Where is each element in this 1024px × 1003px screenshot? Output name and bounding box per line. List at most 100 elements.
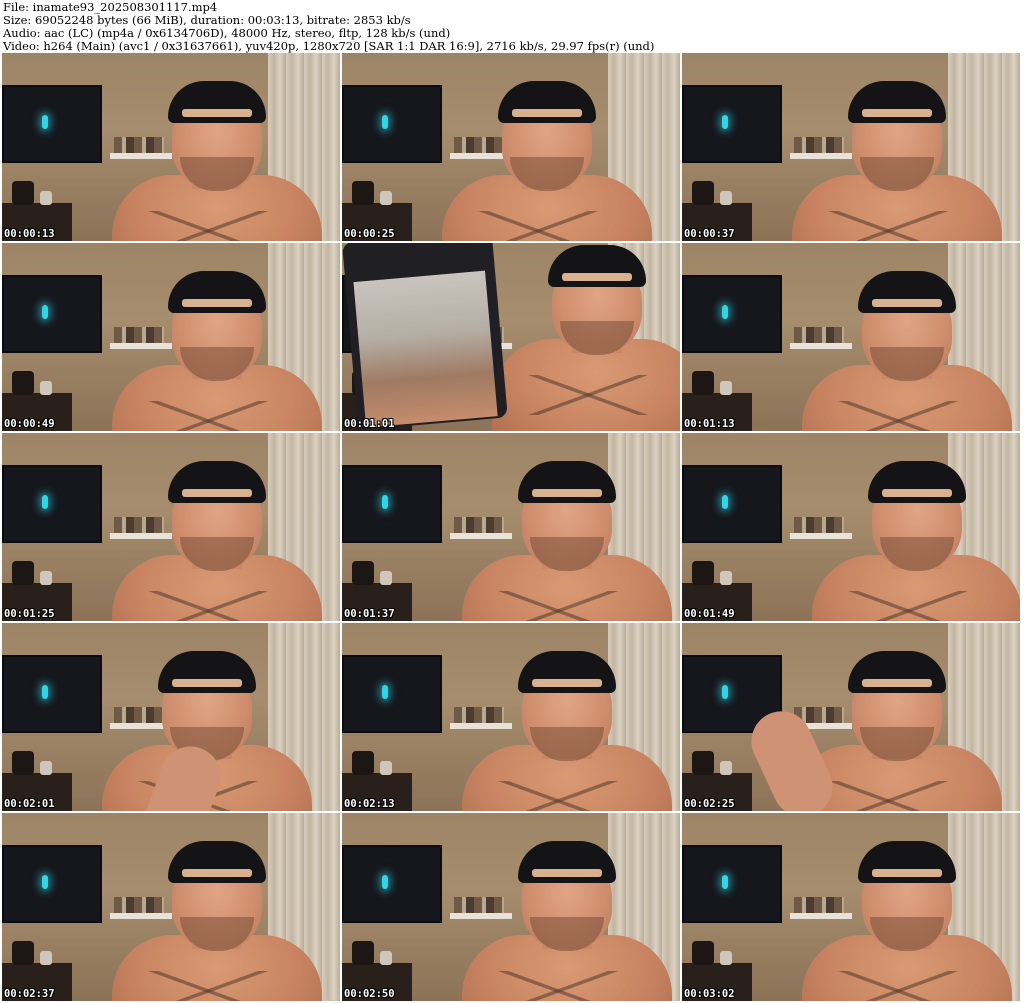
thumbnail[interactable]: 00:02:01 [2, 623, 340, 811]
thumbnail[interactable]: 00:00:49 [2, 243, 340, 431]
desk-object [720, 951, 732, 965]
person [792, 269, 1020, 431]
desk-object [40, 571, 52, 585]
thumbnail-grid: 00:00:13 00:00:25 00:00:37 00:00:49 00:01:01… [2, 53, 1022, 1003]
chest-tattoo [496, 591, 638, 621]
tv-screen [342, 85, 442, 163]
desk-object [40, 381, 52, 395]
tv-led-light [382, 685, 388, 699]
thumbnail[interactable]: 00:01:37 [342, 433, 680, 621]
person [432, 79, 662, 241]
cap-band [872, 299, 942, 307]
timestamp-label: 00:00:49 [4, 418, 55, 430]
desk-speaker [692, 561, 714, 585]
desk-speaker [692, 941, 714, 965]
tv-screen [2, 85, 102, 163]
tv-screen [682, 465, 782, 543]
timestamp-label: 00:02:01 [4, 798, 55, 810]
desk-speaker [352, 181, 374, 205]
thumbnail[interactable]: 00:03:02 [682, 813, 1020, 1001]
cap-band [182, 299, 252, 307]
person [102, 269, 332, 431]
tv-screen [342, 845, 442, 923]
timestamp-label: 00:02:37 [4, 988, 55, 1000]
person [102, 79, 332, 241]
file-info-header: File: inamate93_202508301117.mp4 Size: 6… [3, 1, 1021, 53]
desk-object [380, 761, 392, 775]
person [102, 459, 332, 621]
thumbnail[interactable]: 00:01:01 [342, 243, 680, 431]
thumbnail[interactable]: 00:01:25 [2, 433, 340, 621]
desk-object [720, 761, 732, 775]
tv-screen [342, 465, 442, 543]
tv-screen [2, 275, 102, 353]
desk-speaker [12, 181, 34, 205]
person [452, 649, 680, 811]
thumbnail[interactable]: 00:02:13 [342, 623, 680, 811]
tv-led-light [722, 115, 728, 129]
timestamp-label: 00:02:25 [684, 798, 735, 810]
thumbnail[interactable]: 00:01:49 [682, 433, 1020, 621]
tv-led-light [722, 305, 728, 319]
timestamp-label: 00:03:02 [684, 988, 735, 1000]
desk-speaker [352, 561, 374, 585]
tv-screen [2, 845, 102, 923]
tv-led-light [382, 115, 388, 129]
timestamp-label: 00:01:01 [344, 418, 395, 430]
thumbnail[interactable]: 00:02:50 [342, 813, 680, 1001]
desk-speaker [12, 751, 34, 775]
person [452, 459, 680, 621]
thumbnail[interactable]: 00:02:25 [682, 623, 1020, 811]
thumbnail[interactable]: 00:00:37 [682, 53, 1020, 241]
desk-object [40, 191, 52, 205]
cap-band [862, 109, 932, 117]
chest-tattoo [496, 971, 638, 1001]
tv-led-light [42, 115, 48, 129]
tv-screen [342, 655, 442, 733]
thumbnail[interactable]: 00:01:13 [682, 243, 1020, 431]
person [741, 649, 1012, 811]
desk-speaker [12, 561, 34, 585]
cap-band [532, 489, 602, 497]
desk-object [380, 951, 392, 965]
chest-tattoo [826, 211, 968, 241]
person [802, 459, 1020, 621]
tv-screen [682, 845, 782, 923]
chest-tattoo [146, 591, 288, 621]
chest-tattoo [526, 375, 668, 415]
person [452, 839, 680, 1001]
desk-speaker [692, 371, 714, 395]
cap-band [172, 679, 242, 687]
chest-tattoo [846, 591, 988, 621]
desk-object [380, 571, 392, 585]
chest-tattoo [146, 211, 288, 241]
tv-led-light [722, 685, 728, 699]
person [92, 649, 322, 811]
desk-speaker [352, 751, 374, 775]
thumbnail[interactable]: 00:02:37 [2, 813, 340, 1001]
chest-tattoo [476, 211, 618, 241]
thumbnail[interactable]: 00:00:13 [2, 53, 340, 241]
cap-band [182, 489, 252, 497]
cap-band [182, 109, 252, 117]
desk-speaker [352, 941, 374, 965]
tv-led-light [42, 685, 48, 699]
cap-band [512, 109, 582, 117]
cap-band [532, 679, 602, 687]
phone-in-hand [342, 243, 508, 431]
tv-screen [2, 655, 102, 733]
desk-speaker [692, 751, 714, 775]
timestamp-label: 00:00:37 [684, 228, 735, 240]
cap-band [182, 869, 252, 877]
thumbnail[interactable]: 00:00:25 [342, 53, 680, 241]
chest-tattoo [836, 401, 978, 431]
desk-speaker [692, 181, 714, 205]
tv-led-light [382, 495, 388, 509]
chest-tattoo [496, 781, 638, 811]
desk-object [40, 951, 52, 965]
timestamp-label: 00:02:13 [344, 798, 395, 810]
desk-object [720, 191, 732, 205]
desk-object [720, 571, 732, 585]
cap-band [882, 489, 952, 497]
timestamp-label: 00:01:49 [684, 608, 735, 620]
